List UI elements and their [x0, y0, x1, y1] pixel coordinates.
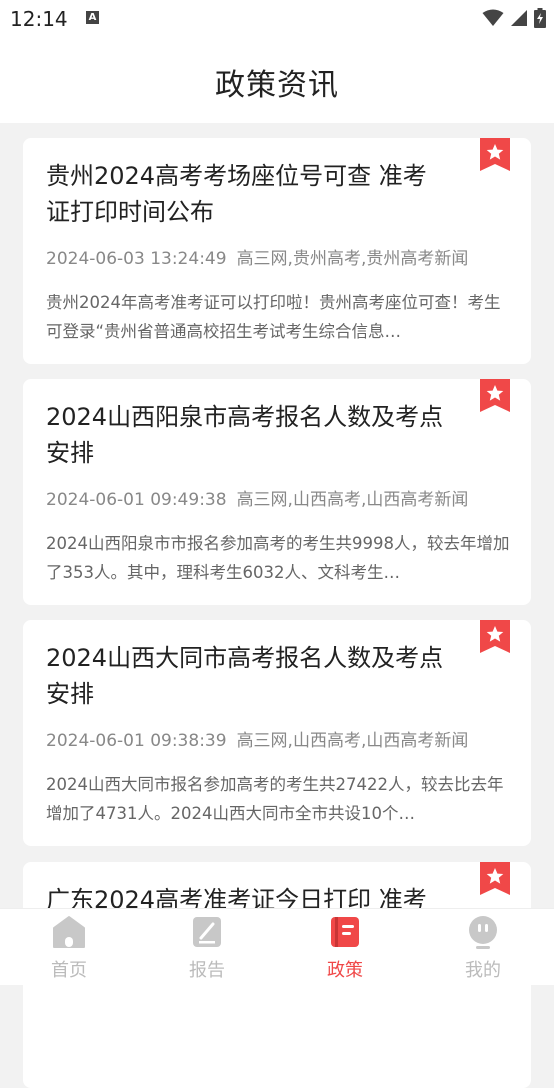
- article-date: 2024-06-01 09:38:39: [46, 731, 227, 751]
- page-title: 政策资讯: [215, 68, 339, 103]
- bookmark-star-icon[interactable]: [480, 862, 510, 895]
- battery-icon: [534, 8, 546, 28]
- status-time: 12:14: [10, 7, 68, 31]
- status-bar: 12:14 A: [0, 0, 554, 36]
- article-date: 2024-06-01 09:49:38: [46, 490, 227, 510]
- tab-label: 我的: [465, 960, 501, 981]
- article-card[interactable]: 2024山西阳泉市高考报名人数及考点安排 2024-06-01 09:49:38…: [23, 379, 531, 605]
- tab-label: 政策: [327, 960, 363, 981]
- wifi-icon: [482, 9, 504, 26]
- article-card[interactable]: 贵州2024高考考场座位号可查 准考证打印时间公布 2024-06-03 13:…: [23, 138, 531, 364]
- article-card[interactable]: 2024山西大同市高考报名人数及考点安排 2024-06-01 09:38:39…: [23, 620, 531, 846]
- tab-home[interactable]: 首页: [0, 909, 138, 985]
- article-title: 2024山西大同市高考报名人数及考点安排: [46, 644, 444, 708]
- app-header: 政策资讯: [0, 36, 554, 123]
- article-tags: 高三网,山西高考,山西高考新闻: [236, 731, 469, 751]
- article-date: 2024-06-03 13:24:49: [46, 249, 227, 269]
- policy-icon: [331, 917, 359, 947]
- article-summary: 2024山西大同市报名参加高考的考生共27422人，较去比去年增加了4731人。…: [46, 775, 504, 823]
- bookmark-star-icon[interactable]: [480, 379, 510, 412]
- article-tags: 高三网,贵州高考,贵州高考新闻: [236, 249, 469, 269]
- article-meta: 2024-06-01 09:49:38 高三网,山西高考,山西高考新闻: [46, 485, 468, 510]
- notification-a-icon: A: [86, 11, 99, 24]
- bottom-tab-bar: 首页 报告 政策 我的: [0, 908, 554, 985]
- profile-icon: [469, 916, 497, 949]
- article-summary: 2024山西阳泉市市报名参加高考的考生共9998人，较去年增加了353人。其中，…: [46, 534, 510, 582]
- report-icon: [193, 917, 221, 947]
- bookmark-star-icon[interactable]: [480, 138, 510, 171]
- article-title: 贵州2024高考考场座位号可查 准考证打印时间公布: [46, 162, 427, 226]
- article-summary: 贵州2024年高考准考证可以打印啦！贵州高考座位可查！考生可登录“贵州省普通高校…: [46, 293, 501, 341]
- bookmark-star-icon[interactable]: [480, 620, 510, 653]
- tab-label: 首页: [51, 960, 87, 981]
- tab-report[interactable]: 报告: [138, 909, 276, 985]
- tab-label: 报告: [189, 960, 225, 981]
- article-meta: 2024-06-03 13:24:49 高三网,贵州高考,贵州高考新闻: [46, 244, 468, 269]
- article-title: 2024山西阳泉市高考报名人数及考点安排: [46, 403, 444, 467]
- article-meta: 2024-06-01 09:38:39 高三网,山西高考,山西高考新闻: [46, 726, 468, 751]
- home-icon: [53, 916, 85, 948]
- tab-policy[interactable]: 政策: [276, 909, 414, 985]
- tab-profile[interactable]: 我的: [414, 909, 552, 985]
- article-tags: 高三网,山西高考,山西高考新闻: [236, 490, 469, 510]
- cell-signal-icon: [511, 10, 527, 26]
- status-indicators: [482, 8, 546, 28]
